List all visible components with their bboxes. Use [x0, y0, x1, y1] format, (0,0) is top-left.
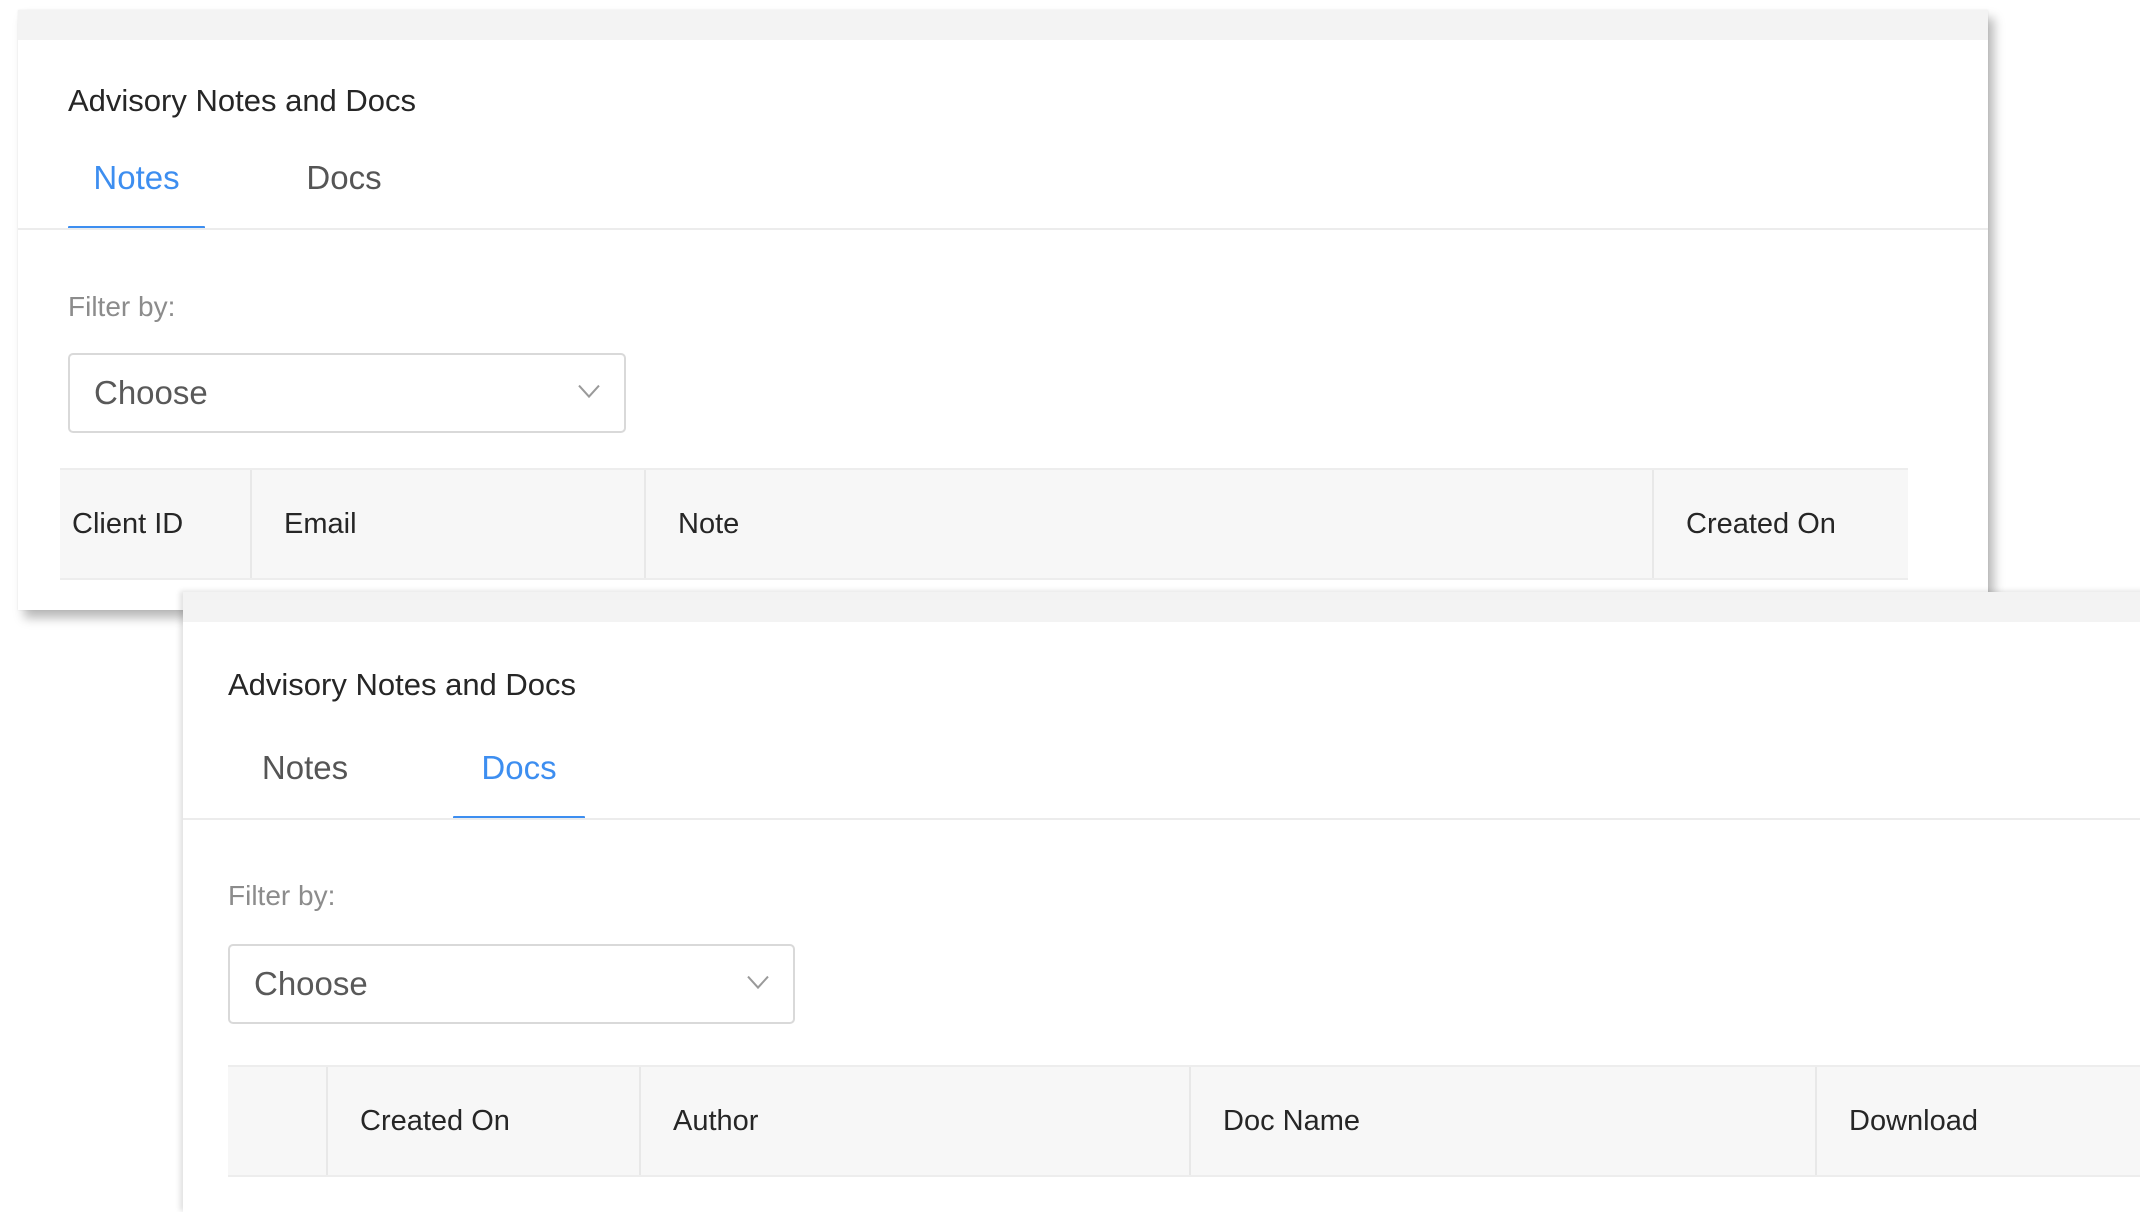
filter-select[interactable]: Choose — [228, 944, 795, 1024]
filter-select-value: Choose — [94, 374, 208, 411]
notes-table-header: Client ID Email Note Created On — [60, 468, 1908, 580]
column-header-author[interactable]: Author — [639, 1067, 1189, 1175]
column-header-download[interactable]: Download — [1815, 1067, 2140, 1175]
panel-title: Advisory Notes and Docs — [228, 667, 577, 702]
column-header-select[interactable] — [228, 1067, 326, 1175]
panel-top-strip — [18, 10, 1988, 40]
docs-table-header: Created On Author Doc Name Download — [228, 1065, 2140, 1177]
tab-bar: Notes Docs — [183, 716, 2140, 820]
tab-docs[interactable]: Docs — [282, 126, 406, 230]
column-header-doc-name[interactable]: Doc Name — [1189, 1067, 1815, 1175]
docs-panel: Advisory Notes and Docs Notes Docs Filte… — [183, 592, 2140, 1212]
column-header-note[interactable]: Note — [644, 470, 1652, 578]
tab-bar: Notes Docs — [18, 126, 1988, 230]
tab-divider — [183, 818, 2140, 820]
tab-notes[interactable]: Notes — [68, 126, 205, 230]
panel-title: Advisory Notes and Docs — [68, 83, 417, 118]
tab-divider — [18, 228, 1988, 230]
filter-select-value: Choose — [254, 965, 368, 1002]
column-header-created-on[interactable]: Created On — [1652, 470, 1908, 578]
filter-label: Filter by: — [228, 880, 336, 911]
column-header-client-id[interactable]: Client ID — [60, 470, 250, 578]
tab-docs[interactable]: Docs — [453, 716, 585, 820]
panel-top-strip — [183, 592, 2140, 622]
chevron-down-icon — [578, 384, 600, 399]
column-header-created-on[interactable]: Created On — [326, 1067, 639, 1175]
filter-label: Filter by: — [68, 291, 176, 322]
notes-panel: Advisory Notes and Docs Notes Docs Filte… — [18, 10, 1988, 610]
tab-notes[interactable]: Notes — [245, 716, 365, 820]
filter-select[interactable]: Choose — [68, 353, 626, 433]
chevron-down-icon — [747, 975, 769, 990]
column-header-email[interactable]: Email — [250, 470, 644, 578]
